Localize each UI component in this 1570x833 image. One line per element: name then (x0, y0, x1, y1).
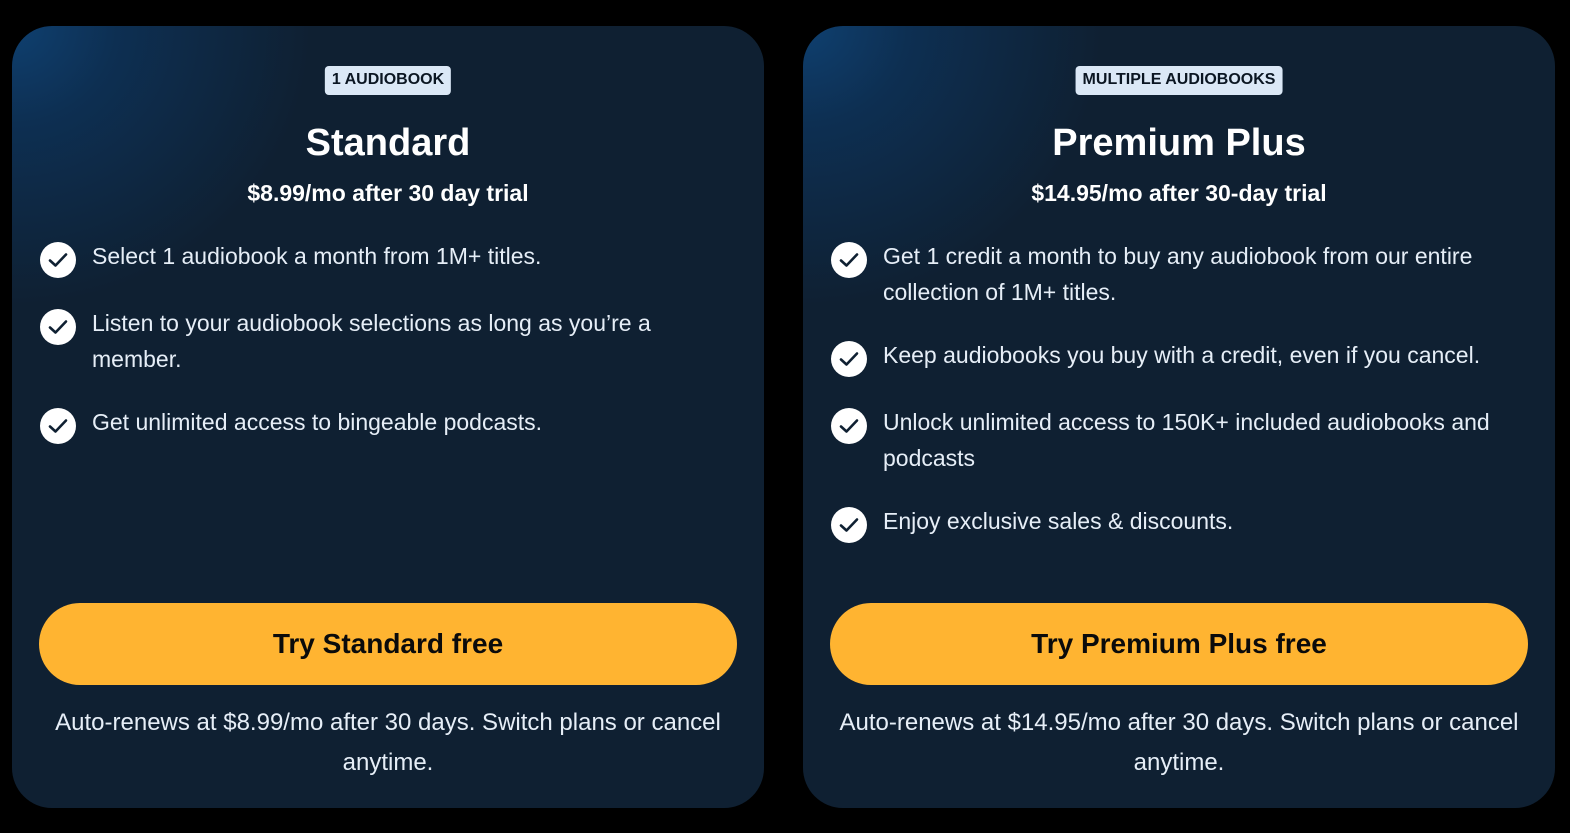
feature-item: Keep audiobooks you buy with a credit, e… (831, 337, 1527, 377)
plan-badge: MULTIPLE AUDIOBOOKS (1075, 66, 1283, 95)
feature-item: Enjoy exclusive sales & discounts. (831, 503, 1527, 543)
plan-card-premium-plus: MULTIPLE AUDIOBOOKS Premium Plus $14.95/… (803, 26, 1555, 808)
check-icon (831, 242, 867, 278)
plan-price: $8.99/mo after 30 day trial (247, 180, 529, 206)
plan-badge: 1 AUDIOBOOK (324, 66, 452, 95)
check-icon (831, 408, 867, 444)
feature-text: Listen to your audiobook selections as l… (92, 310, 651, 372)
try-standard-free-button[interactable]: Try Standard free (39, 603, 737, 685)
try-premium-plus-free-button[interactable]: Try Premium Plus free (830, 603, 1528, 685)
plan-name: Standard (305, 122, 471, 164)
feature-list: Select 1 audiobook a month from 1M+ titl… (40, 238, 736, 471)
plan-price: $14.95/mo after 30-day trial (1031, 180, 1327, 206)
check-icon (831, 341, 867, 377)
check-icon (831, 507, 867, 543)
feature-item: Select 1 audiobook a month from 1M+ titl… (40, 238, 736, 278)
feature-text: Unlock unlimited access to 150K+ include… (883, 409, 1490, 471)
plan-name: Premium Plus (1052, 122, 1306, 164)
plan-fineprint: Auto-renews at $14.95/mo after 30 days. … (839, 709, 1519, 776)
check-icon (40, 242, 76, 278)
feature-text: Get unlimited access to bingeable podcas… (92, 409, 543, 435)
feature-item: Listen to your audiobook selections as l… (40, 305, 736, 377)
feature-text: Select 1 audiobook a month from 1M+ titl… (92, 243, 542, 269)
feature-item: Get unlimited access to bingeable podcas… (40, 404, 736, 444)
feature-text: Get 1 credit a month to buy any audioboo… (883, 243, 1473, 305)
feature-item: Unlock unlimited access to 150K+ include… (831, 404, 1527, 476)
feature-list: Get 1 credit a month to buy any audioboo… (831, 238, 1527, 570)
feature-text: Enjoy exclusive sales & discounts. (883, 508, 1234, 534)
feature-item: Get 1 credit a month to buy any audioboo… (831, 238, 1527, 310)
plan-fineprint: Auto-renews at $8.99/mo after 30 days. S… (55, 709, 721, 776)
check-icon (40, 309, 76, 345)
check-icon (40, 408, 76, 444)
feature-text: Keep audiobooks you buy with a credit, e… (883, 342, 1481, 368)
plan-card-standard: 1 AUDIOBOOK Standard $8.99/mo after 30 d… (12, 26, 764, 808)
